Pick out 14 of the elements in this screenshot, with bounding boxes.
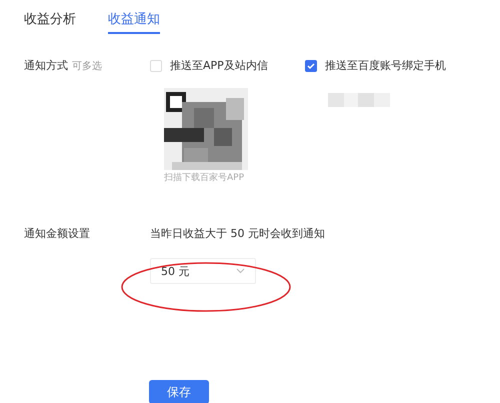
amount-select[interactable]: 50 元 bbox=[150, 258, 256, 284]
field-label: 通知金额设置 bbox=[24, 226, 90, 242]
checkbox-option[interactable]: 推送至APP及站内信 bbox=[150, 58, 305, 74]
description-text: 当昨日收益大于 50 元时会收到通知 bbox=[150, 226, 326, 242]
check-icon bbox=[307, 62, 315, 70]
chevron-icon bbox=[236, 268, 245, 274]
checkbox[interactable] bbox=[305, 60, 317, 72]
hint-text: 可多选 bbox=[72, 60, 102, 74]
qr-caption: 扫描下载百家号APP bbox=[164, 172, 244, 184]
checkbox-option[interactable]: 推送至百度账号绑定手机 bbox=[305, 58, 475, 74]
save-button[interactable]: 保存 bbox=[149, 380, 209, 403]
field-label: 通知方式 bbox=[24, 58, 68, 74]
tab[interactable]: 收益通知 bbox=[108, 10, 160, 34]
tab[interactable]: 收益分析 bbox=[24, 10, 76, 34]
